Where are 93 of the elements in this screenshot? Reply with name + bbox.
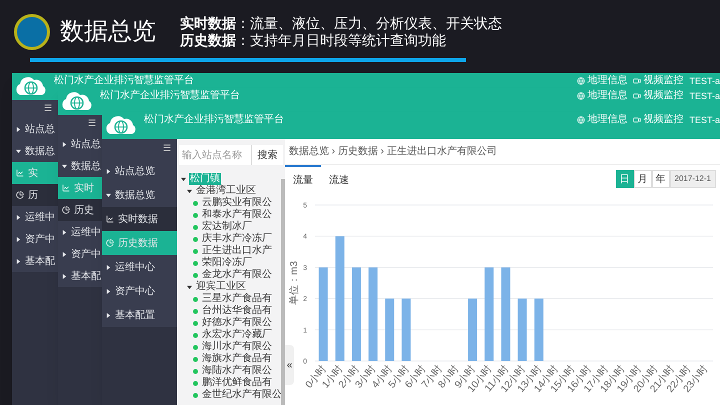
collapse-tab[interactable]: « xyxy=(285,345,294,385)
video-camera-icon xyxy=(633,116,642,124)
tree-item[interactable]: 迎宾工业区 xyxy=(195,281,247,293)
tree-item[interactable]: 海川水产有限公 xyxy=(201,341,273,353)
y-axis-title: 单位：m3 xyxy=(289,261,300,305)
status-dot-icon xyxy=(193,272,198,278)
sidebar-item[interactable]: 运维中 xyxy=(58,221,102,243)
line-chart-icon xyxy=(16,169,24,177)
sidebar-item[interactable]: 站点总览 xyxy=(102,159,177,183)
slide-title: 数据总览 xyxy=(60,17,156,47)
bar xyxy=(385,298,394,361)
pie-chart-icon xyxy=(16,191,24,199)
tree-item[interactable]: 正生进出口水产 xyxy=(201,245,273,257)
pie-chart-icon xyxy=(106,239,114,247)
sidebar-item[interactable]: 站点总 xyxy=(58,133,102,155)
tree-item[interactable]: 永宏水产冷藏厂 xyxy=(201,329,273,341)
status-dot-icon xyxy=(193,260,198,266)
menu-toggle[interactable]: ☰ xyxy=(163,142,171,156)
tree-item[interactable]: 金龙水产有限公 xyxy=(201,269,273,281)
pie-chart-icon xyxy=(62,206,70,214)
sidebar-item[interactable]: 运维中 xyxy=(12,206,58,228)
status-dot-icon xyxy=(193,368,198,374)
period-button[interactable]: 月 xyxy=(634,170,652,188)
feature-line: 历史数据：支持年月日时段等统计查询功能 xyxy=(180,32,447,49)
status-dot-icon xyxy=(193,356,198,362)
tab[interactable]: 流速 xyxy=(321,165,357,193)
breadcrumb: 数据总览 › 历史数据 › 正生进出口水产有限公司 xyxy=(289,144,497,159)
date-field[interactable]: 2017-12-1 xyxy=(670,170,716,188)
bar xyxy=(534,298,544,361)
app-title: 松门水产企业排污智慧监管平台 xyxy=(144,114,284,126)
period-button[interactable]: 年 xyxy=(652,170,670,188)
tree-item[interactable]: 海陆水产有限公 xyxy=(201,365,273,377)
tree-item[interactable]: 宏达制冰厂 xyxy=(201,221,253,233)
status-dot-icon xyxy=(193,236,198,242)
sidebar-item[interactable]: 历 xyxy=(12,184,58,206)
video-camera-icon xyxy=(633,92,642,100)
sidebar-item[interactable]: 资产中 xyxy=(58,243,102,265)
caret-icon[interactable] xyxy=(181,176,186,182)
status-dot-icon xyxy=(193,200,198,206)
caret-icon[interactable] xyxy=(187,284,192,290)
tree-item[interactable]: 和泰水产有限公 xyxy=(201,209,273,221)
scrollbar[interactable] xyxy=(281,179,285,405)
tree-item[interactable]: 海旗水产食品有 xyxy=(201,353,273,365)
tree-item[interactable]: 鹏洋优鲜食品有 xyxy=(201,377,273,389)
line-chart-icon xyxy=(62,184,70,192)
sidebar-item[interactable]: 资产中心 xyxy=(102,279,177,303)
feature-line: 实时数据：流量、液位、压力、分析仪表、开关状态 xyxy=(180,15,502,32)
bar xyxy=(468,298,478,361)
sidebar-item[interactable]: 数据总 xyxy=(12,140,58,162)
status-dot-icon xyxy=(193,224,198,230)
tree-item[interactable]: 金港湾工业区 xyxy=(195,185,257,197)
globe-icon xyxy=(577,116,586,124)
globe-icon xyxy=(577,77,586,85)
status-dot-icon xyxy=(193,308,198,314)
sidebar-item[interactable]: 运维中心 xyxy=(102,255,177,279)
caret-icon[interactable] xyxy=(187,188,192,194)
status-dot-icon xyxy=(193,392,198,398)
menu-toggle[interactable]: ☰ xyxy=(88,117,96,131)
bar xyxy=(402,298,411,361)
tree-item[interactable]: 金世纪水产有限公 xyxy=(201,389,283,401)
menu-toggle[interactable]: ☰ xyxy=(44,102,52,116)
search-button[interactable]: 搜索 xyxy=(251,145,283,165)
status-dot-icon xyxy=(193,332,198,338)
search-field[interactable]: 输入站点名称 xyxy=(179,145,251,165)
tree-item[interactable]: 云鹏实业有限公 xyxy=(201,197,273,209)
sidebar-item[interactable]: 历史 xyxy=(58,199,102,221)
globe-icon xyxy=(577,92,586,100)
tree-item[interactable]: 三星水产食品有 xyxy=(201,293,273,305)
sidebar-item[interactable]: 数据总 xyxy=(58,155,102,177)
status-dot-icon xyxy=(193,344,198,350)
app-title: 松门水产企业排污智慧监管平台 xyxy=(100,90,240,102)
sidebar-item[interactable]: 实时数据 xyxy=(102,207,177,231)
circle-emblem-icon xyxy=(14,14,50,50)
line-chart-icon xyxy=(106,215,114,223)
status-dot-icon xyxy=(193,248,198,254)
sidebar-item[interactable]: 基本配置 xyxy=(102,303,177,327)
status-dot-icon xyxy=(193,380,198,386)
status-dot-icon xyxy=(193,296,198,302)
bar xyxy=(518,298,527,361)
tree-item[interactable]: 台州达华食品有 xyxy=(201,305,273,317)
status-dot-icon xyxy=(193,320,198,326)
sidebar-item[interactable]: 基本配 xyxy=(12,250,58,272)
tree-item[interactable]: 好德水产有限公 xyxy=(201,317,273,329)
tree-item[interactable]: 庆丰水产冷冻厂 xyxy=(201,233,273,245)
tree-item[interactable]: 荣阳冷冻厂 xyxy=(201,257,253,269)
video-camera-icon xyxy=(633,77,642,85)
status-dot-icon xyxy=(193,212,198,218)
tab[interactable]: 流量 xyxy=(285,165,321,193)
sidebar-item[interactable]: 基本配 xyxy=(58,265,102,287)
sidebar-item[interactable]: 数据总览 xyxy=(102,183,177,207)
sidebar-item[interactable]: 站点总 xyxy=(12,118,58,140)
app-title: 松门水产企业排污智慧监管平台 xyxy=(54,75,194,87)
sidebar-item[interactable]: 资产中 xyxy=(12,228,58,250)
